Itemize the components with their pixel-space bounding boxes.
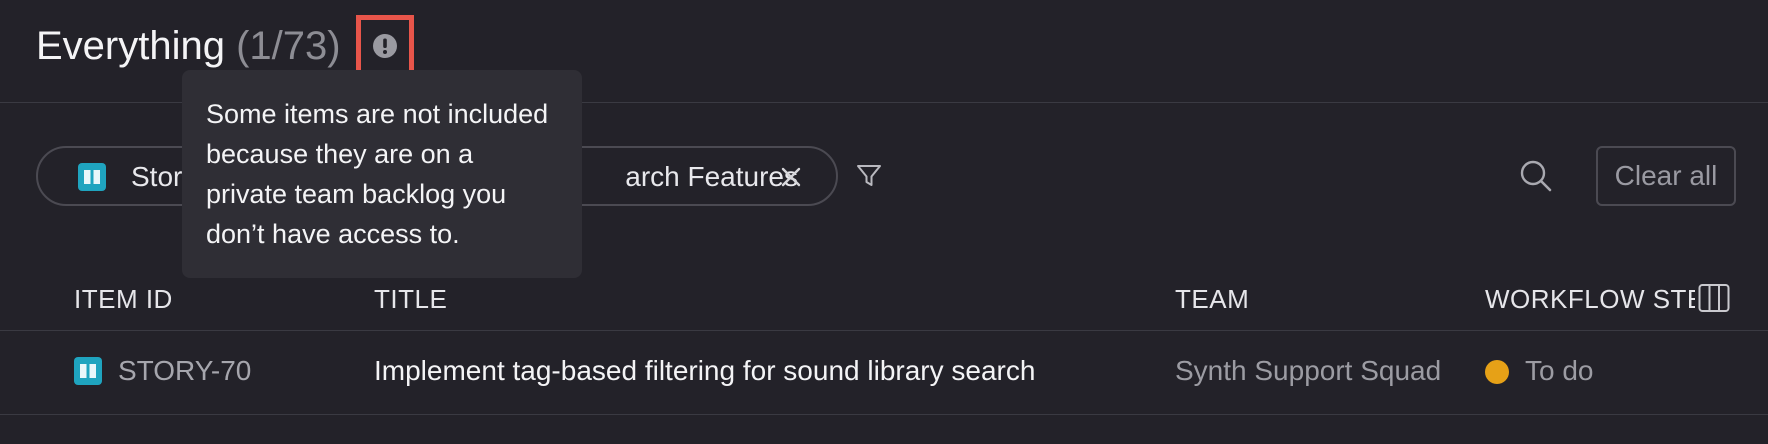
filter-pill-label-start: Stor	[131, 161, 183, 192]
story-book-icon	[78, 163, 106, 191]
page: Everything (1/73) Some items are not inc…	[0, 0, 1768, 444]
search-icon[interactable]	[1519, 159, 1553, 193]
tooltip-text: Some items are not included because they…	[206, 99, 549, 249]
column-header-workflow-step[interactable]: WORKFLOW STE	[1485, 280, 1695, 318]
column-header-title[interactable]: TITLE	[374, 280, 447, 318]
item-title[interactable]: Implement tag-based filtering for sound …	[374, 351, 1035, 391]
columns-icon[interactable]	[1698, 283, 1730, 313]
page-title: Everything (1/73)	[36, 20, 341, 72]
item-status[interactable]: To do	[1525, 351, 1594, 391]
private-items-alert-button[interactable]	[356, 15, 414, 77]
table-header: ITEM ID TITLE TEAM WORKFLOW STE	[0, 270, 1768, 331]
item-count: (1/73)	[236, 24, 341, 68]
story-book-icon	[74, 357, 102, 385]
exclamation-circle-icon	[373, 34, 397, 58]
item-team: Synth Support Squad	[1175, 355, 1442, 386]
filter-icon[interactable]	[855, 162, 883, 190]
close-icon[interactable]	[780, 166, 802, 188]
item-id-link[interactable]: STORY-70	[118, 351, 251, 391]
status-dot	[1485, 360, 1509, 384]
clear-all-button[interactable]: Clear all	[1596, 146, 1736, 206]
private-items-tooltip: Some items are not included because they…	[182, 70, 582, 278]
page-title-text: Everything	[36, 24, 225, 68]
column-header-item-id[interactable]: ITEM ID	[74, 280, 173, 318]
table-row[interactable]: STORY-70 Implement tag-based filtering f…	[0, 331, 1768, 415]
column-header-team[interactable]: TEAM	[1175, 280, 1249, 318]
